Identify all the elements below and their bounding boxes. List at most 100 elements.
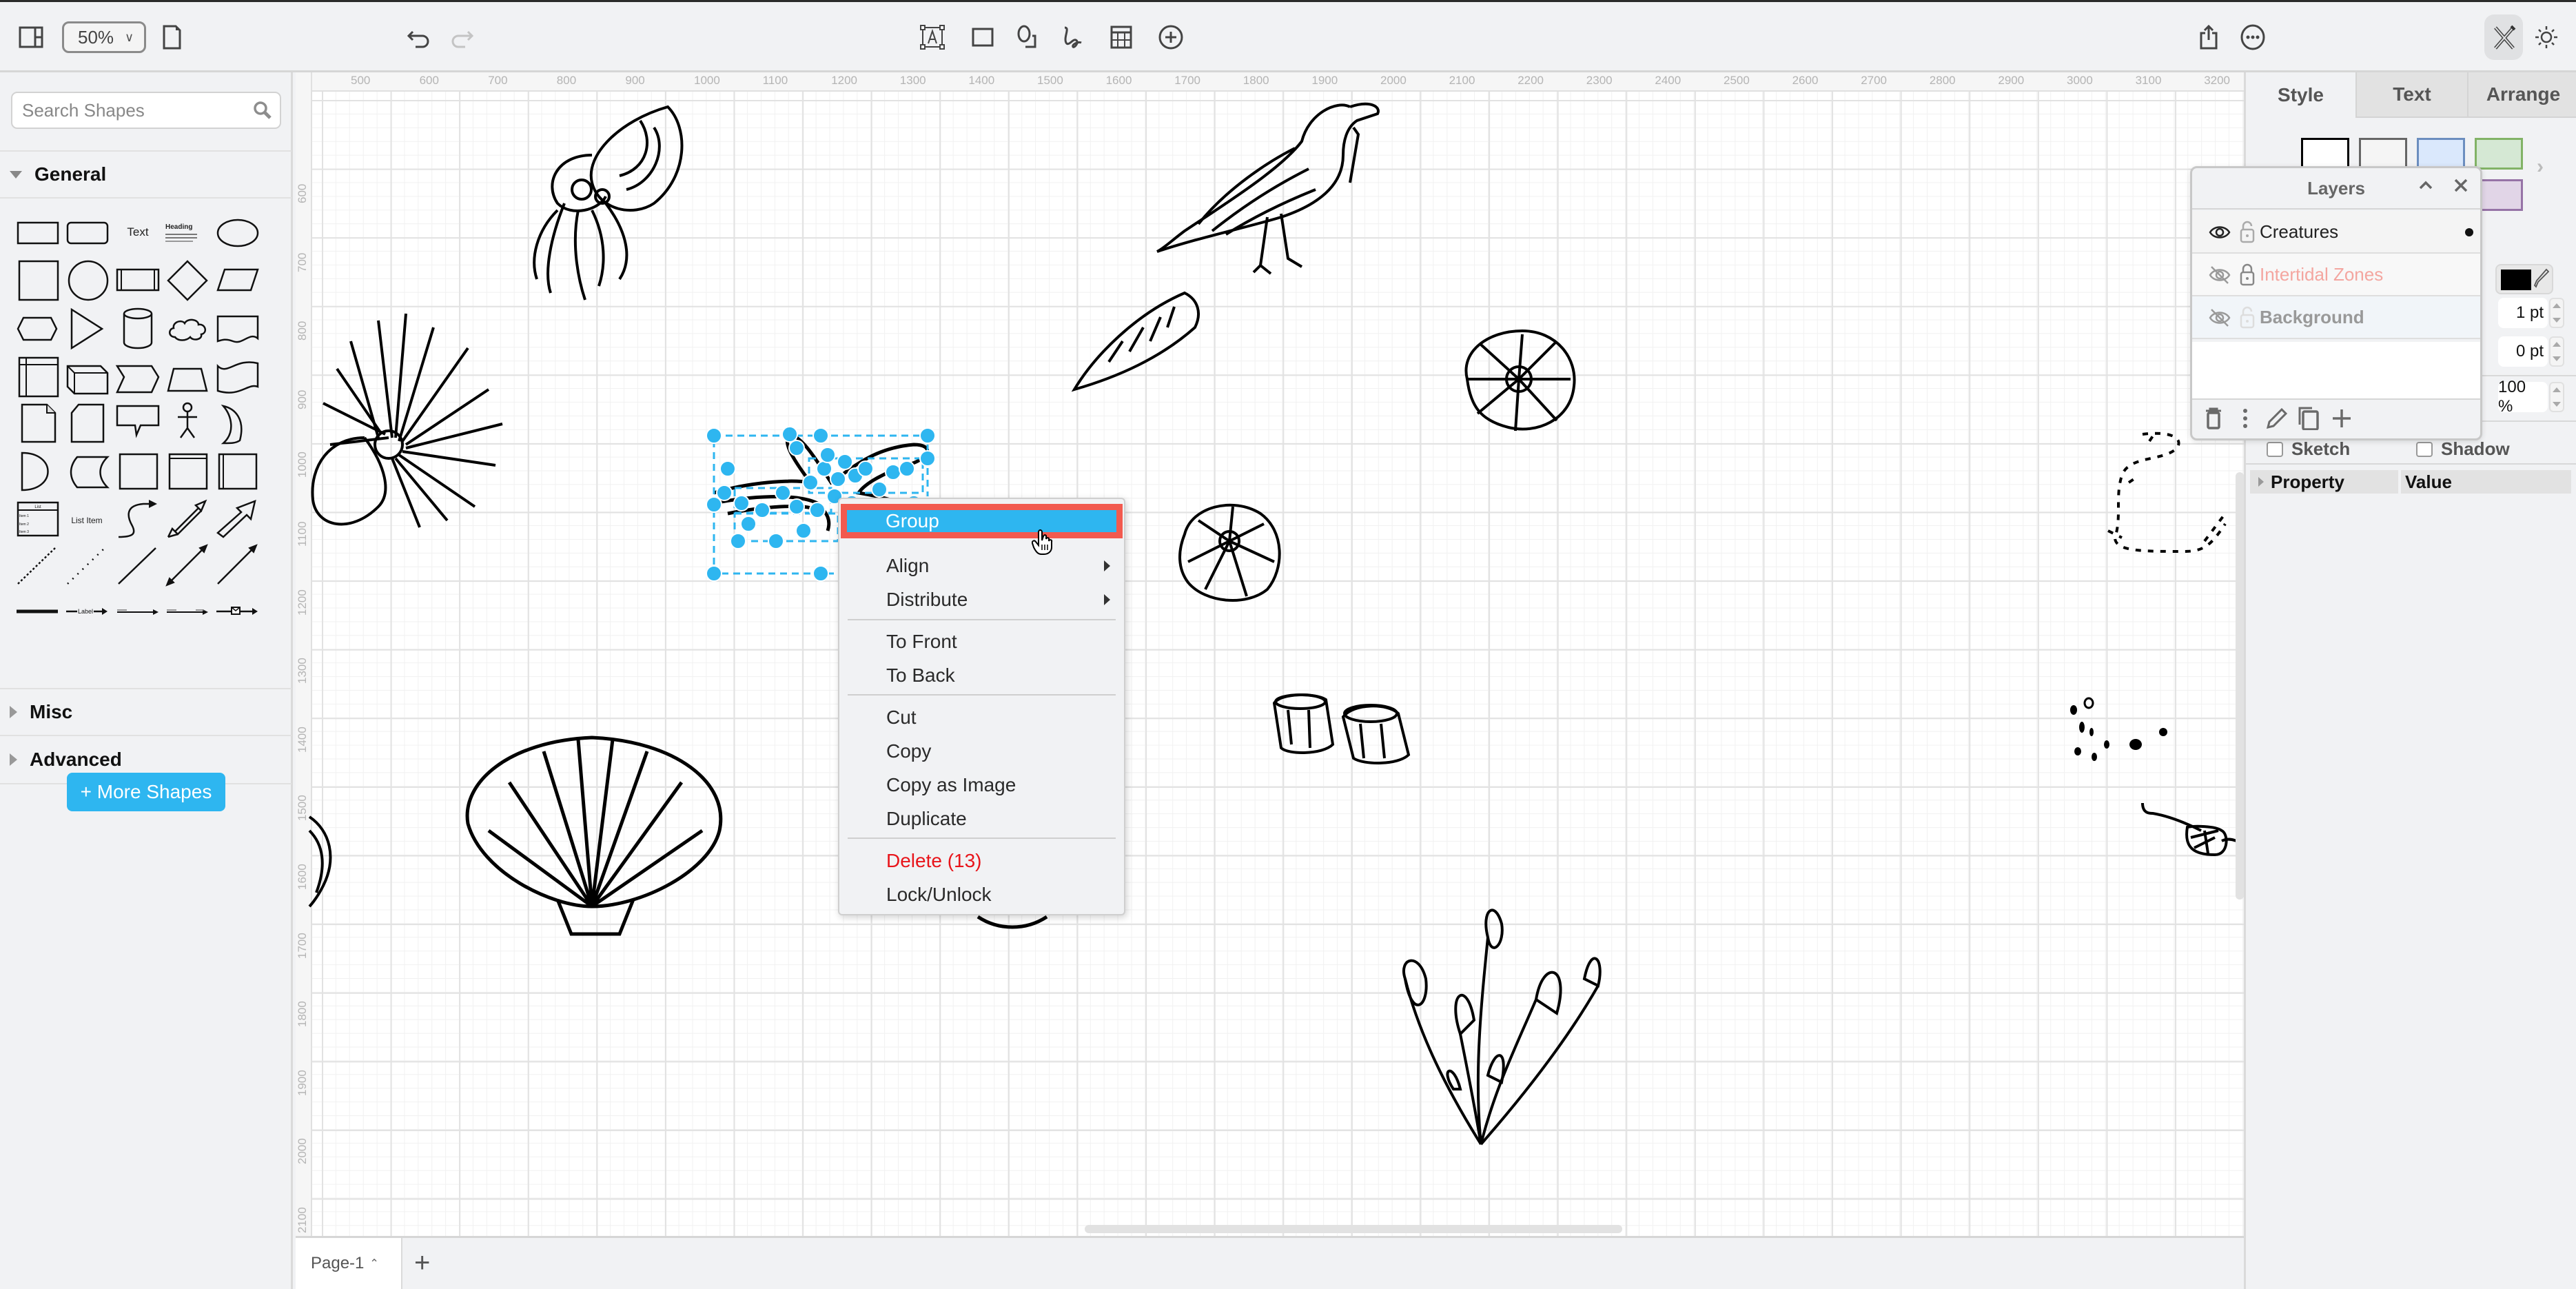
shape-rounded-rectangle[interactable] — [65, 210, 109, 254]
checkbox-box[interactable] — [2416, 441, 2433, 457]
table-icon[interactable] — [1105, 21, 1137, 53]
shape-source-label-edge[interactable] — [116, 589, 160, 633]
selection-handle[interactable] — [919, 427, 936, 444]
menu-item-group[interactable]: Group — [841, 504, 1123, 538]
selection-handle[interactable] — [730, 533, 746, 549]
menu-item-align[interactable]: Align — [839, 549, 1124, 582]
shape-parallelogram[interactable] — [215, 258, 259, 303]
menu-item-delete[interactable]: Delete (13) — [839, 844, 1124, 877]
more-icon[interactable] — [2237, 21, 2269, 53]
layer-menu-icon[interactable] — [2233, 407, 2257, 430]
selection-handle[interactable] — [788, 440, 805, 456]
shape-container[interactable] — [116, 450, 160, 494]
style-swatch[interactable] — [2417, 138, 2465, 170]
shape-document[interactable] — [215, 307, 259, 351]
shape-internal-storage[interactable] — [15, 355, 59, 399]
format-toggle-icon[interactable] — [2484, 14, 2523, 60]
shape-text[interactable]: Text — [116, 210, 160, 254]
collapse-icon[interactable] — [2417, 176, 2435, 199]
shape-callout[interactable] — [116, 402, 160, 446]
opacity-stepper[interactable] — [2549, 382, 2564, 412]
perimeter-stepper[interactable] — [2549, 336, 2564, 367]
section-general[interactable]: General — [0, 150, 292, 199]
barnacles-drawing[interactable] — [1267, 689, 1426, 775]
selection-handle[interactable] — [781, 426, 798, 443]
selection-handle[interactable] — [706, 427, 722, 444]
shape-tape[interactable] — [215, 355, 259, 399]
zoom-dropdown[interactable]: 50% ∨ — [62, 21, 146, 53]
unlock-icon[interactable] — [2236, 220, 2258, 243]
share-icon[interactable] — [2194, 21, 2225, 53]
selection-handle[interactable] — [871, 481, 888, 498]
vertical-scrollbar[interactable] — [2236, 472, 2244, 900]
selection-handle[interactable] — [919, 450, 936, 467]
eyedropper-icon[interactable] — [2533, 268, 2550, 292]
selection-handle[interactable] — [775, 485, 791, 501]
shape-delay[interactable] — [15, 450, 59, 494]
selection-handle[interactable] — [885, 464, 901, 480]
shape-circle[interactable] — [65, 258, 109, 303]
layers-title-bar[interactable]: Layers — [2192, 168, 2480, 210]
menu-item-to-front[interactable]: To Front — [839, 625, 1124, 658]
add-layer-icon[interactable] — [2330, 407, 2353, 430]
shape-line[interactable] — [116, 544, 160, 588]
shape-vertical-container[interactable] — [165, 450, 209, 494]
style-swatch[interactable] — [2359, 138, 2407, 170]
chevron-up-icon[interactable]: ⌃ — [369, 1257, 378, 1270]
selection-handle[interactable] — [788, 498, 805, 515]
style-swatch[interactable] — [2301, 138, 2349, 170]
layer-row-intertidal-zones[interactable]: Intertidal Zones — [2192, 254, 2480, 296]
menu-item-copy-as-image[interactable]: Copy as Image — [839, 768, 1124, 802]
shape-bidirectional-arrow[interactable] — [165, 498, 209, 542]
selection-handle[interactable] — [857, 460, 874, 477]
style-swatch[interactable] — [2475, 138, 2523, 170]
sea-anemone-drawing[interactable] — [309, 300, 516, 545]
shape-process[interactable] — [116, 258, 160, 303]
selection-handle[interactable] — [816, 460, 832, 477]
tab-arrange[interactable]: Arrange — [2467, 72, 2576, 118]
checkbox-box[interactable] — [2267, 441, 2283, 457]
shape-note[interactable] — [15, 402, 59, 446]
eye-hidden-icon[interactable] — [2209, 307, 2231, 329]
shape-source-target-edge[interactable] — [165, 589, 209, 633]
insert-plus-icon[interactable] — [1155, 21, 1187, 53]
shape-message-edge[interactable] — [215, 589, 259, 633]
shape-cylinder[interactable] — [116, 307, 160, 351]
close-icon[interactable] — [2452, 176, 2470, 199]
eye-hidden-icon[interactable] — [2209, 264, 2231, 286]
format-panel-icon[interactable] — [15, 21, 47, 53]
drawing-canvas[interactable]: 500 600 700 800 900 1000 1100 1200 1300 1400 1500 1… — [296, 72, 2244, 1236]
snail-drawing[interactable] — [2139, 800, 2244, 872]
theme-icon[interactable] — [2531, 21, 2562, 53]
edit-layer-icon[interactable] — [2265, 407, 2289, 430]
selection-handle[interactable] — [768, 533, 784, 549]
property-column-header[interactable]: Property — [2250, 470, 2398, 494]
shape-card[interactable] — [65, 402, 109, 446]
selection-handle[interactable] — [899, 460, 915, 477]
search-shapes-input[interactable]: Search Shapes — [11, 92, 281, 129]
menu-item-to-back[interactable]: To Back — [839, 658, 1124, 692]
next-swatches-chevron-icon[interactable]: › — [2537, 155, 2544, 179]
limpet-drawing[interactable] — [1171, 493, 1288, 613]
selection-handle[interactable] — [716, 485, 733, 501]
shape-curved-arrow[interactable] — [116, 498, 160, 542]
redo-icon[interactable] — [445, 21, 477, 53]
selection-handle[interactable] — [809, 502, 826, 518]
shape-data-storage[interactable] — [65, 450, 110, 494]
tab-text[interactable]: Text — [2355, 72, 2467, 118]
page-tab-page-1[interactable]: Page-1 ⌃ — [296, 1238, 402, 1289]
selection-handle[interactable] — [812, 427, 829, 444]
shape-step[interactable] — [115, 355, 160, 399]
shape-link[interactable] — [15, 589, 59, 633]
selection-handle[interactable] — [837, 454, 853, 470]
sketch-checkbox[interactable]: Sketch — [2267, 438, 2350, 460]
perimeter-field[interactable]: 0 pt — [2498, 336, 2548, 367]
selection-handle[interactable] — [830, 471, 846, 487]
partial-arc-drawing[interactable] — [971, 913, 1054, 937]
shape-diamond[interactable] — [165, 258, 209, 303]
shape-cube[interactable] — [65, 355, 109, 399]
selection-handle[interactable] — [795, 522, 812, 539]
lock-icon[interactable] — [2236, 263, 2258, 286]
search-icon[interactable] — [252, 100, 273, 121]
unlock-icon[interactable] — [2236, 305, 2258, 329]
